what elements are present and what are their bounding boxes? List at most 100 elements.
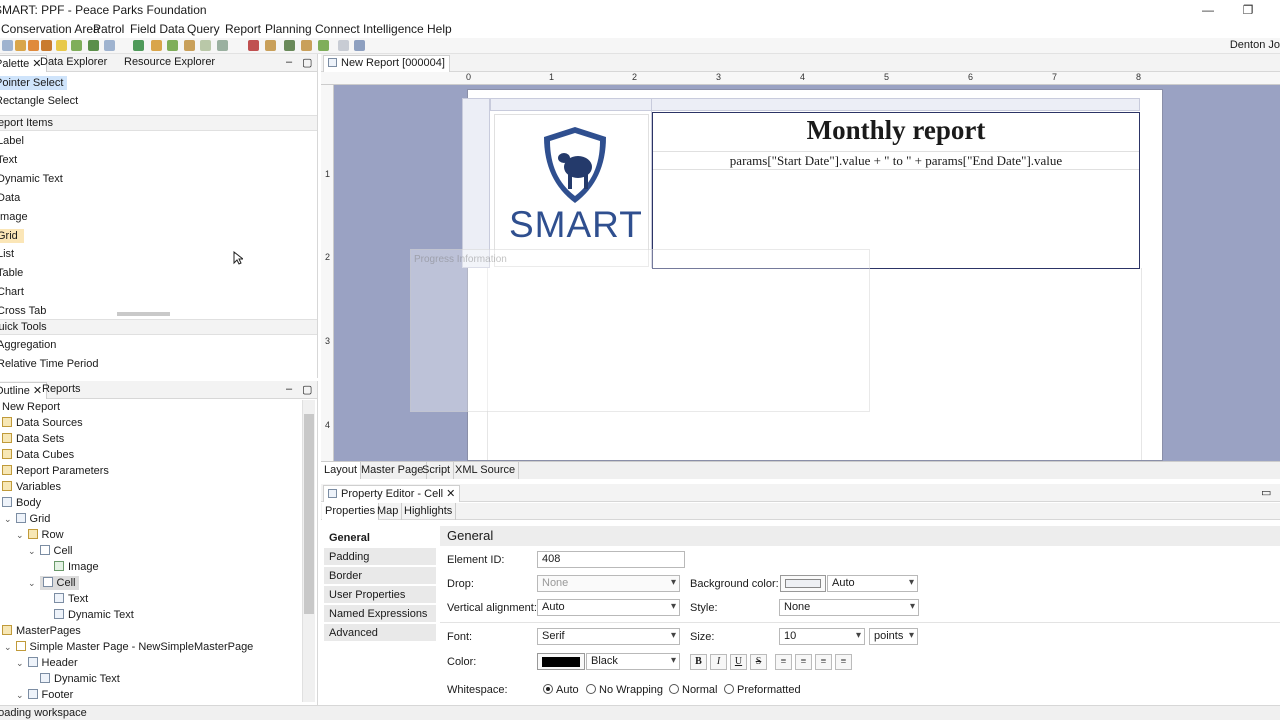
palette-item-text[interactable]: Text: [0, 154, 17, 166]
toolbar-tool-icon[interactable]: [88, 40, 99, 51]
grid-column-handles[interactable]: [490, 98, 1140, 111]
tab-data-explorer[interactable]: Data Explorer: [40, 56, 107, 68]
outline-new-report[interactable]: New Report: [2, 401, 60, 413]
report-title[interactable]: Monthly report: [653, 115, 1139, 146]
chevron-down-icon[interactable]: ⌄: [28, 546, 36, 556]
whitespace-normal-radio[interactable]: Normal: [669, 684, 717, 696]
quick-tools-header[interactable]: Quick Tools: [0, 319, 317, 335]
outline-masterpages[interactable]: MasterPages: [2, 625, 81, 637]
tab-reports[interactable]: Reports: [42, 383, 81, 395]
align-right-icon[interactable]: ≡: [815, 654, 832, 670]
palette-item-label[interactable]: Label: [0, 135, 24, 147]
menu-intelligence[interactable]: Intelligence: [363, 22, 424, 36]
outline-row[interactable]: ⌄ Row: [16, 529, 64, 541]
menu-conservation-area[interactable]: Conservation Area: [1, 22, 100, 36]
toolbar-tool-icon[interactable]: [184, 40, 195, 51]
toolbar-tool-icon[interactable]: [318, 40, 329, 51]
selected-text-cell[interactable]: Monthly report params["Start Date"].valu…: [652, 112, 1140, 269]
tab-outline[interactable]: Outline ✕: [0, 382, 48, 399]
outline-cell-1[interactable]: ⌄ Cell: [28, 545, 73, 557]
chevron-down-icon[interactable]: ⌄: [16, 690, 24, 700]
menu-help[interactable]: Help: [427, 22, 452, 36]
outline-footer[interactable]: ⌄ Footer: [16, 689, 73, 701]
category-named-expressions[interactable]: Named Expressions: [324, 605, 436, 623]
strikethrough-button[interactable]: S: [750, 654, 767, 670]
chevron-down-icon[interactable]: ⌄: [16, 530, 24, 540]
logo-cell[interactable]: SMART: [494, 114, 649, 267]
category-user-properties[interactable]: User Properties: [324, 586, 436, 604]
chevron-down-icon[interactable]: ⌄: [4, 514, 12, 524]
outline-text[interactable]: Text: [54, 593, 88, 605]
tab-map[interactable]: Map: [374, 503, 403, 520]
menu-report[interactable]: Report: [225, 22, 261, 36]
background-color-select[interactable]: Auto: [827, 575, 918, 592]
toolbar-tool-icon[interactable]: [56, 40, 67, 51]
report-subtitle[interactable]: params["Start Date"].value + " to " + pa…: [653, 151, 1139, 170]
outline-report-parameters[interactable]: Report Parameters: [2, 465, 109, 477]
outline-grid[interactable]: ⌄ Grid: [4, 513, 50, 525]
toolbar-tool-icon[interactable]: [151, 40, 162, 51]
palette-item-table[interactable]: Table: [0, 267, 23, 279]
tab-resource-explorer[interactable]: Resource Explorer: [124, 56, 215, 68]
maximize-view-icon[interactable]: ▢: [302, 383, 312, 396]
palette-item-grid[interactable]: Grid: [0, 229, 24, 243]
tab-properties[interactable]: Properties: [322, 503, 380, 520]
element-id-field[interactable]: 408: [537, 551, 685, 568]
whitespace-auto-radio[interactable]: Auto: [543, 684, 579, 696]
quick-tool-aggregation[interactable]: Aggregation: [0, 339, 56, 351]
outline-variables[interactable]: Variables: [2, 481, 61, 493]
grid-row-handle[interactable]: [462, 98, 490, 268]
palette-item-list[interactable]: List: [0, 248, 14, 260]
minimize-view-icon[interactable]: ‒: [286, 383, 292, 395]
palette-item-image[interactable]: Image: [0, 211, 28, 223]
outline-scroll-thumb[interactable]: [304, 414, 314, 614]
minimize-button[interactable]: —: [1188, 0, 1228, 20]
tab-new-report[interactable]: New Report [000004]: [323, 55, 450, 72]
color-button[interactable]: [537, 653, 585, 670]
align-center-icon[interactable]: ≡: [795, 654, 812, 670]
palette-scroll-handle[interactable]: [117, 312, 170, 316]
whitespace-preformatted-radio[interactable]: Preformatted: [724, 684, 801, 696]
chevron-down-icon[interactable]: ⌄: [28, 578, 36, 588]
italic-button[interactable]: I: [710, 654, 727, 670]
category-padding[interactable]: Padding: [324, 548, 436, 566]
toolbar-tool-icon[interactable]: [265, 40, 276, 51]
color-select[interactable]: Black: [586, 653, 680, 670]
align-justify-icon[interactable]: ≡: [835, 654, 852, 670]
toolbar-tool-icon[interactable]: [41, 40, 52, 51]
menu-connect[interactable]: Connect: [315, 22, 360, 36]
chevron-down-icon[interactable]: ⌄: [4, 642, 12, 652]
toolbar-tool-icon[interactable]: [248, 40, 259, 51]
toolbar-tool-icon[interactable]: [284, 40, 295, 51]
quick-tool-relative-time-period[interactable]: Relative Time Period: [0, 358, 99, 370]
restore-button[interactable]: ❐: [1228, 0, 1268, 20]
outline-simple-master-page[interactable]: ⌄ Simple Master Page - NewSimpleMasterPag…: [4, 641, 253, 653]
toolbar-tool-icon[interactable]: [338, 40, 349, 51]
outline-header-dynamic-text[interactable]: Dynamic Text: [40, 673, 120, 685]
minimize-view-icon[interactable]: ‒: [286, 56, 292, 68]
outline-scrollbar[interactable]: [302, 400, 315, 702]
user-name[interactable]: Denton Jo: [1230, 39, 1280, 51]
outline-image[interactable]: Image: [54, 561, 99, 573]
outline-data-sources[interactable]: Data Sources: [2, 417, 83, 429]
toolbar-tool-icon[interactable]: [354, 40, 365, 51]
outline-dynamic-text[interactable]: Dynamic Text: [54, 609, 134, 621]
palette-pointer-select[interactable]: Pointer Select: [0, 76, 68, 90]
toolbar-tool-icon[interactable]: [104, 40, 115, 51]
toolbar-tool-icon[interactable]: [71, 40, 82, 51]
maximize-view-icon[interactable]: ▭: [1261, 486, 1271, 499]
menu-patrol[interactable]: Patrol: [93, 22, 124, 36]
size-unit-select[interactable]: points: [869, 628, 918, 645]
align-left-icon[interactable]: ≡: [775, 654, 792, 670]
maximize-view-icon[interactable]: ▢: [302, 56, 312, 69]
palette-rectangle-select[interactable]: Rectangle Select: [0, 95, 78, 107]
toolbar-tool-icon[interactable]: [28, 40, 39, 51]
font-select[interactable]: Serif: [537, 628, 680, 645]
tab-layout[interactable]: Layout: [321, 462, 362, 479]
toolbar-tool-icon[interactable]: [217, 40, 228, 51]
toolbar-tool-icon[interactable]: [167, 40, 178, 51]
bold-button[interactable]: B: [690, 654, 707, 670]
style-select[interactable]: None: [779, 599, 919, 616]
palette-item-data[interactable]: Data: [0, 192, 20, 204]
background-color-button[interactable]: [780, 575, 826, 592]
